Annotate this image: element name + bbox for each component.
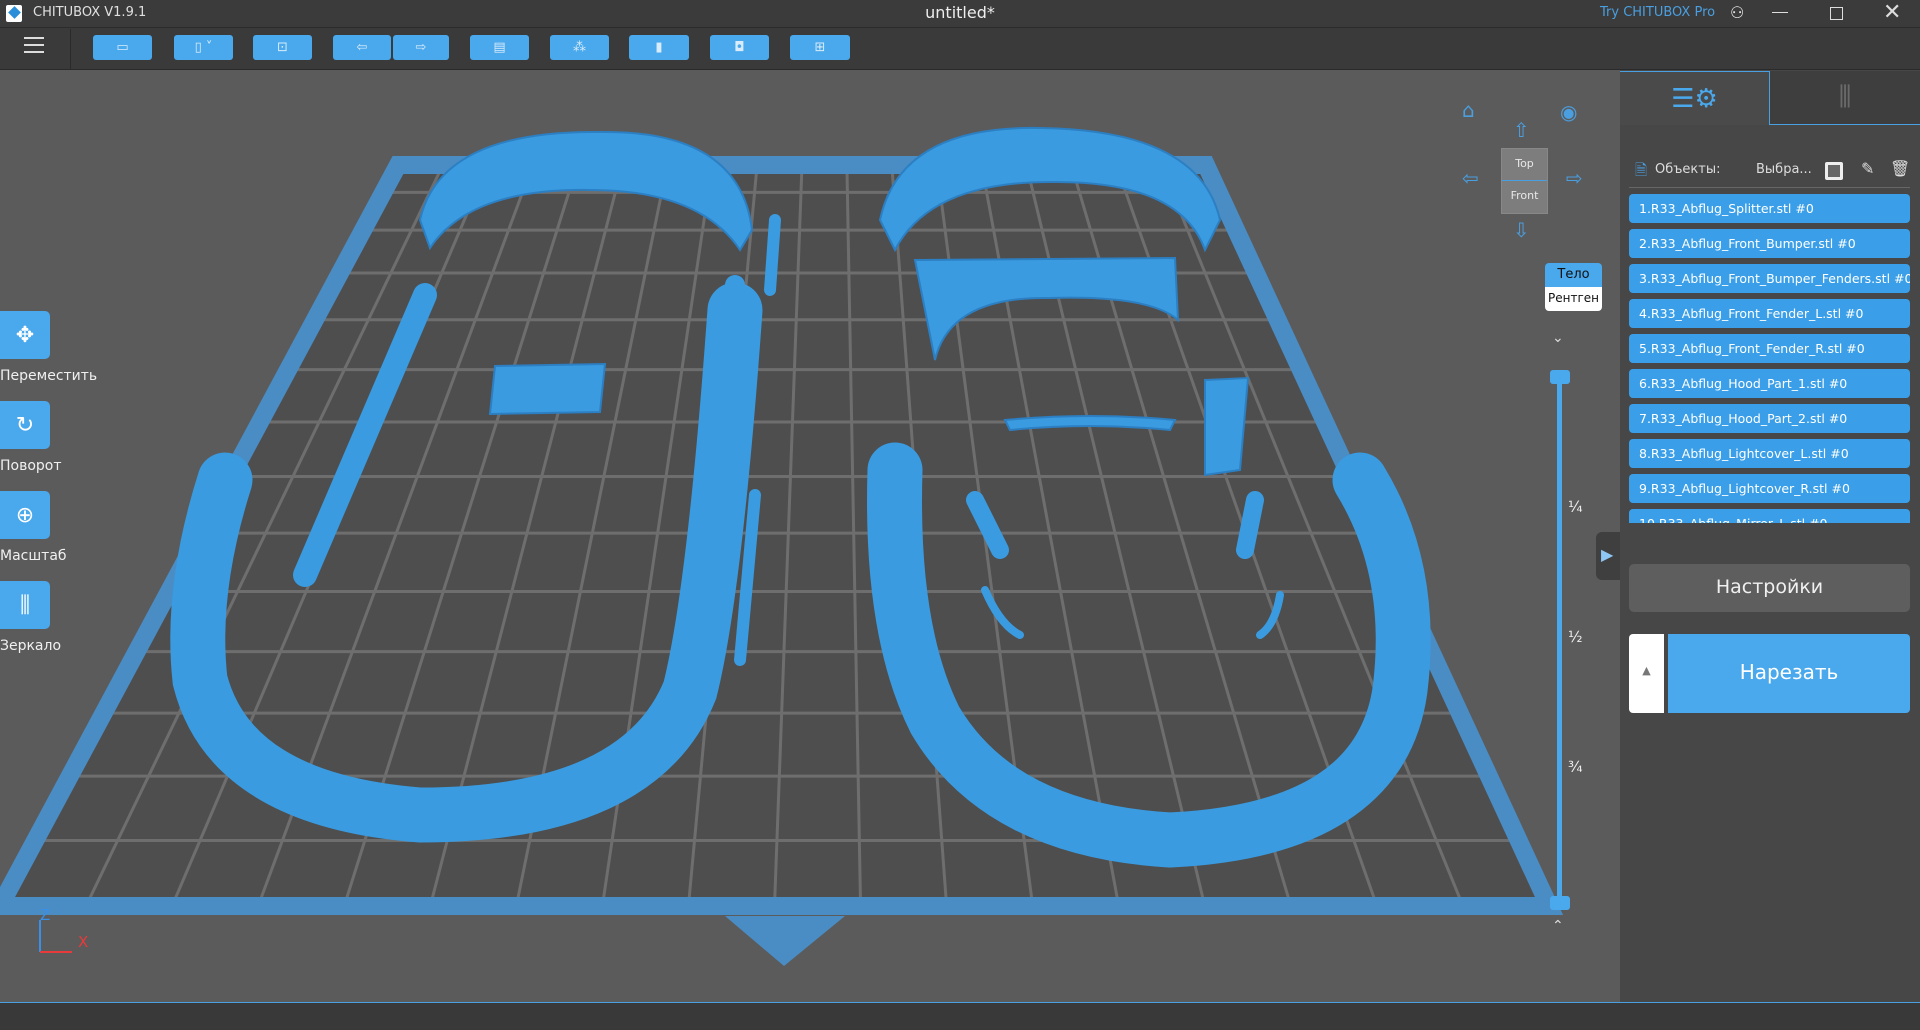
object-list-item[interactable]: 2.R33_Abflug_Front_Bumper.stl #0 xyxy=(1629,229,1910,258)
render-solid-button[interactable]: Тело xyxy=(1545,263,1602,287)
object-list-item[interactable]: 3.R33_Abflug_Front_Bumper_Fenders.stl #0 xyxy=(1629,264,1910,293)
view-cube[interactable]: Top Front xyxy=(1501,148,1548,214)
try-pro-link[interactable]: Try CHITUBOX Pro xyxy=(1600,5,1715,20)
hollow-icon: ◘ xyxy=(734,40,745,55)
slider-label-quarter: ¼ xyxy=(1568,498,1583,516)
fit-icon: ⊡ xyxy=(277,40,288,55)
view-down-icon[interactable]: ⇩ xyxy=(1513,218,1530,242)
object-list-item[interactable]: 1.R33_Abflug_Splitter.stl #0 xyxy=(1629,194,1910,223)
slider-label-three-quarters: ¾ xyxy=(1568,758,1583,776)
slider-down-icon[interactable]: ⌄ xyxy=(1552,330,1564,346)
objects-header: 🗎 Объекты: Выбра... ✎ 🗑 xyxy=(1629,158,1910,188)
model-part xyxy=(1204,376,1250,477)
close-icon[interactable]: ✕ xyxy=(1883,0,1901,25)
eye-icon[interactable]: ◉ xyxy=(1560,100,1577,124)
add-button[interactable]: ⊞ xyxy=(790,35,850,60)
view-right-icon[interactable]: ⇨ xyxy=(1566,166,1583,190)
menu-icon[interactable] xyxy=(24,37,44,53)
hollow-button[interactable]: ◘ xyxy=(710,35,769,60)
object-list-item[interactable]: 7.R33_Abflug_Hood_Part_2.stl #0 xyxy=(1629,404,1910,433)
layout-icon: ▤ xyxy=(493,40,506,55)
select-all-label: Выбра... xyxy=(1756,162,1812,177)
objects-label: Объекты: xyxy=(1655,162,1721,177)
scale-icon: ⊕ xyxy=(15,502,35,528)
arrange-button[interactable]: ⁂ xyxy=(550,35,609,60)
status-bar xyxy=(0,1002,1920,1030)
scale-tool-button[interactable]: ⊕ xyxy=(0,491,50,539)
settings-list-icon: ☰⚙ xyxy=(1671,83,1718,114)
rotate-tool-label: Поворот xyxy=(0,458,62,474)
view-up-icon[interactable]: ⇧ xyxy=(1513,118,1530,142)
move-tool-label: Переместить xyxy=(0,368,98,384)
axis-z-label: Z xyxy=(40,906,51,924)
home-view-icon[interactable]: ⌂ xyxy=(1462,98,1475,122)
view-left-icon[interactable]: ⇦ xyxy=(1462,166,1479,190)
render-xray-button[interactable]: Рентген xyxy=(1545,287,1602,311)
object-list-item[interactable]: 10.R33_Abflug_Mirror_L.stl #0 xyxy=(1629,509,1910,523)
title-bar: CHITUBOX V1.9.1 untitled* Try CHITUBOX P… xyxy=(0,0,1920,28)
mirror-tool-button[interactable]: ⫼ xyxy=(0,581,50,629)
3d-viewport[interactable]: Z X ✥ Переместить ↻ Поворот ⊕ Масштаб ⫼ … xyxy=(0,70,1620,1002)
object-list-item[interactable]: 9.R33_Abflug_Lightcover_R.stl #0 xyxy=(1629,474,1910,503)
slider-up-icon[interactable]: ⌃ xyxy=(1552,918,1564,934)
model-part xyxy=(764,214,781,296)
settings-button[interactable]: Настройки xyxy=(1629,564,1910,612)
toolbar: ▭ ▯ ˅ ⊡ ⇦ ⇨ ▤ ⁂ ▮ ◘ ⊞ xyxy=(0,29,1920,70)
support-icon: ▮ xyxy=(655,40,663,55)
view-cube-top[interactable]: Top xyxy=(1502,149,1547,181)
rotate-icon: ↻ xyxy=(15,412,35,438)
slice-options-button[interactable]: ▲ xyxy=(1629,634,1664,713)
tab-settings[interactable]: ☰⚙ xyxy=(1620,71,1770,125)
move-tool-button[interactable]: ✥ xyxy=(0,311,50,359)
fit-button[interactable]: ⊡ xyxy=(253,35,312,60)
axis-x-label: X xyxy=(78,933,89,951)
mirror-icon: ⫼ xyxy=(19,592,31,618)
model-part xyxy=(1236,491,1264,559)
save-button[interactable]: ▯ ˅ xyxy=(174,35,233,60)
object-list-item[interactable]: 8.R33_Abflug_Lightcover_L.stl #0 xyxy=(1629,439,1910,468)
supports-icon: ⫴ xyxy=(1838,80,1852,115)
mirror-tool-label: Зеркало xyxy=(0,638,62,654)
add-icon: ⊞ xyxy=(814,40,826,55)
panel-toggle-button[interactable]: ▶ xyxy=(1596,532,1620,580)
select-all-checkbox[interactable] xyxy=(1825,162,1843,180)
scale-tool-label: Масштаб xyxy=(0,548,67,564)
object-list-item[interactable]: 4.R33_Abflug_Front_Fender_L.stl #0 xyxy=(1629,299,1910,328)
undo-icon: ⇦ xyxy=(356,40,368,55)
layout-button[interactable]: ▤ xyxy=(470,35,529,60)
redo-button[interactable]: ⇨ xyxy=(393,35,449,60)
user-icon[interactable]: ⚇ xyxy=(1730,3,1744,22)
right-panel: ☰⚙ ⫴ 🗎 Объекты: Выбра... ✎ 🗑 1.R33_Abflu… xyxy=(1620,70,1920,1002)
build-scene xyxy=(0,126,1564,966)
slider-label-half: ½ xyxy=(1568,628,1583,646)
layer-slider-bottom-handle[interactable] xyxy=(1550,896,1570,910)
plate-front-marker xyxy=(725,916,845,966)
object-list-item[interactable]: 5.R33_Abflug_Front_Fender_R.stl #0 xyxy=(1629,334,1910,363)
support-button[interactable]: ▮ xyxy=(629,35,689,60)
object-list-item[interactable]: 6.R33_Abflug_Hood_Part_1.stl #0 xyxy=(1629,369,1910,398)
redo-icon: ⇨ xyxy=(415,40,427,55)
tab-supports[interactable]: ⫴ xyxy=(1770,71,1920,125)
edit-icon[interactable]: ✎ xyxy=(1861,159,1874,178)
layer-slider-top-handle[interactable] xyxy=(1550,370,1570,384)
objects-list[interactable]: 1.R33_Abflug_Splitter.stl #0 2.R33_Abflu… xyxy=(1620,194,1920,524)
save-icon: ▯ ˅ xyxy=(194,40,213,55)
move-icon: ✥ xyxy=(15,322,35,348)
layer-slider[interactable] xyxy=(1557,370,1562,904)
arrange-icon: ⁂ xyxy=(573,40,586,55)
open-file-icon: ▭ xyxy=(116,40,129,55)
open-file-button[interactable]: ▭ xyxy=(93,35,152,60)
restore-icon[interactable] xyxy=(1830,7,1843,20)
model-part xyxy=(488,362,607,416)
undo-button[interactable]: ⇦ xyxy=(333,35,391,60)
view-cube-front[interactable]: Front xyxy=(1502,181,1547,202)
minimize-icon[interactable] xyxy=(1772,12,1788,13)
slice-button[interactable]: Нарезать xyxy=(1668,634,1910,713)
document-icon: 🗎 xyxy=(1635,161,1648,179)
delete-icon[interactable]: 🗑 xyxy=(1890,159,1910,178)
rotate-tool-button[interactable]: ↻ xyxy=(0,401,50,449)
caret-up-icon: ▲ xyxy=(1642,664,1651,677)
divider xyxy=(70,29,71,70)
